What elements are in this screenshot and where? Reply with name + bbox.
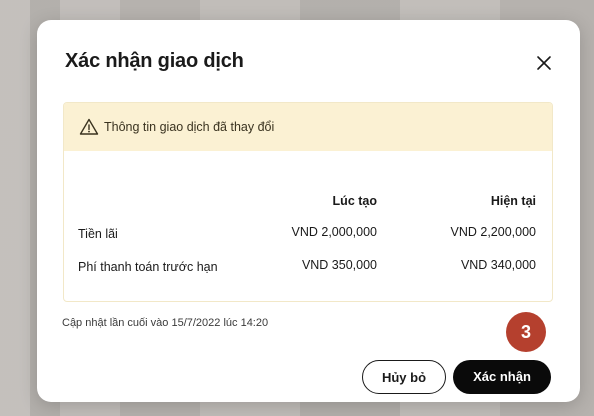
column-header-current: Hiện tại [490,194,536,208]
comparison-card: Thông tin giao dịch đã thay đổi Lúc tạo … [63,102,553,302]
warning-triangle-icon [79,117,99,137]
warning-banner: Thông tin giao dịch đã thay đổi [64,103,552,151]
row-value-fee-current: VND 340,000 [460,258,536,272]
row-value-interest-created: VND 2,000,000 [291,225,377,239]
warning-text: Thông tin giao dịch đã thay đổi [104,120,275,134]
row-value-interest-current: VND 2,200,000 [450,225,536,239]
confirm-button[interactable]: Xác nhận [453,360,551,394]
cancel-button[interactable]: Hủy bỏ [362,360,446,394]
row-label-prepayment-fee: Phí thanh toán trước hạn [78,260,218,274]
close-icon[interactable] [533,52,555,74]
column-header-created: Lúc tạo [332,194,377,208]
row-value-fee-created: VND 350,000 [301,258,377,272]
confirm-transaction-dialog: Xác nhận giao dịch Thông tin giao dịch đ… [37,20,580,402]
step-badge: 3 [506,312,546,352]
dialog-title: Xác nhận giao dịch [65,50,244,72]
last-updated-note: Cập nhật lần cuối vào 15/7/2022 lúc 14:2… [62,317,269,329]
row-label-interest: Tiền lãi [78,227,118,241]
